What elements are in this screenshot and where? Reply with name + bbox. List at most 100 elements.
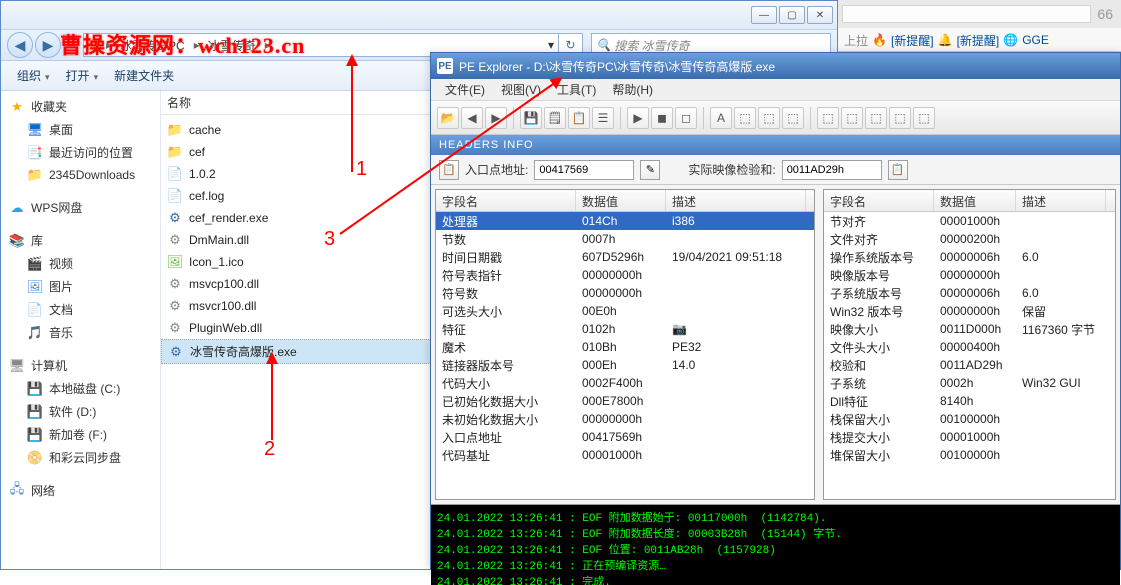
sidebar-item-pictures[interactable]: 🖼图片 — [7, 275, 154, 298]
browser-link-2[interactable]: [新提醒] — [957, 32, 1000, 49]
cell-desc — [1016, 454, 1106, 456]
cell-desc — [1016, 400, 1106, 402]
sidebar-wps[interactable]: ☁WPS网盘 — [7, 196, 154, 219]
table-row[interactable]: 节数0007h — [436, 230, 814, 248]
pe-tb-i-icon[interactable]: ⬚ — [913, 107, 935, 129]
sidebar-network[interactable]: 🖧网络 — [7, 479, 154, 502]
pe-tb-x1-icon[interactable]: ◼ — [651, 107, 673, 129]
file-name: DmMain.dll — [189, 233, 249, 247]
pe-th-value[interactable]: 数据值 — [934, 190, 1016, 211]
globe-icon: 🌐 — [1003, 33, 1018, 47]
table-row[interactable]: 符号数00000000h — [436, 284, 814, 302]
pe-copy-checksum-icon[interactable]: 📋 — [888, 160, 908, 180]
forward-button[interactable]: ▶ — [35, 32, 61, 58]
pe-tb-copy-icon[interactable]: 📋 — [568, 107, 590, 129]
sidebar-computer[interactable]: 🖥计算机 — [7, 354, 154, 377]
pe-tb-save-icon[interactable]: 💾 — [520, 107, 542, 129]
browser-link-1[interactable]: [新提醒] — [891, 32, 934, 49]
table-row[interactable]: Dll特征8140h — [824, 392, 1115, 410]
pe-th-desc[interactable]: 描述 — [1016, 190, 1106, 211]
table-row[interactable]: 已初始化数据大小000E7800h — [436, 392, 814, 410]
pe-menu-help[interactable]: 帮助(H) — [604, 81, 661, 98]
close-button[interactable]: ✕ — [807, 6, 833, 24]
table-row[interactable]: 映像大小0011D000h1167360 字节 — [824, 320, 1115, 338]
table-row[interactable]: 可选头大小00E0h — [436, 302, 814, 320]
pe-tb-x2-icon[interactable]: ◻ — [675, 107, 697, 129]
table-row[interactable]: 子系统0002hWin32 GUI — [824, 374, 1115, 392]
pe-menu-file[interactable]: 文件(E) — [437, 81, 493, 98]
pe-tb-b-icon[interactable]: ⬚ — [734, 107, 756, 129]
table-row[interactable]: 处理器014Chi386 — [436, 212, 814, 230]
pe-tb-f-icon[interactable]: ⬚ — [841, 107, 863, 129]
sidebar-item-drive-f[interactable]: 💾新加卷 (F:) — [7, 423, 154, 446]
sidebar-libraries[interactable]: 📚库 — [7, 229, 154, 252]
pe-edit-icon[interactable]: ✎ — [640, 160, 660, 180]
table-row[interactable]: 节对齐00001000h — [824, 212, 1115, 230]
pe-entry-label: 入口点地址: — [465, 161, 528, 178]
txt-icon: 📄 — [167, 166, 183, 182]
table-row[interactable]: 文件头大小00000400h — [824, 338, 1115, 356]
open-menu[interactable]: 打开 — [58, 67, 107, 84]
table-row[interactable]: 链接器版本号000Eh14.0 — [436, 356, 814, 374]
back-button[interactable]: ◀ — [7, 32, 33, 58]
maximize-button[interactable]: ▢ — [779, 6, 805, 24]
pe-tb-open-icon[interactable]: 📂 — [437, 107, 459, 129]
new-folder-button[interactable]: 新建文件夹 — [106, 67, 182, 84]
pe-copy-entry-icon[interactable]: 📋 — [439, 160, 459, 180]
table-row[interactable]: 未初始化数据大小00000000h — [436, 410, 814, 428]
table-row[interactable]: 符号表指针00000000h — [436, 266, 814, 284]
pe-th-value[interactable]: 数据值 — [576, 190, 666, 211]
pe-entry-value[interactable]: 00417569 — [534, 160, 634, 180]
cell-field: 代码基址 — [436, 446, 576, 465]
browser-tab[interactable] — [842, 5, 1091, 23]
cell-field: 操作系统版本号 — [824, 248, 934, 267]
sidebar-item-documents[interactable]: 📄文档 — [7, 298, 154, 321]
pe-th-field[interactable]: 字段名 — [824, 190, 934, 211]
table-row[interactable]: 子系统版本号00000006h6.0 — [824, 284, 1115, 302]
organize-menu[interactable]: 组织 — [9, 67, 58, 84]
sidebar-item-drive-c[interactable]: 💾本地磁盘 (C:) — [7, 377, 154, 400]
exe-icon: ⚙ — [168, 344, 184, 360]
pe-tb-run-icon[interactable]: ▶ — [627, 107, 649, 129]
sidebar-item-desktop[interactable]: 🖥桌面 — [7, 118, 154, 141]
table-row[interactable]: 校验和0011AD29h — [824, 356, 1115, 374]
sidebar-item-drive-d[interactable]: 💾软件 (D:) — [7, 400, 154, 423]
table-row[interactable]: 特征0102h📷 — [436, 320, 814, 338]
sidebar-item-recent[interactable]: 📑最近访问的位置 — [7, 141, 154, 164]
pe-tb-a-icon[interactable]: A — [710, 107, 732, 129]
table-row[interactable]: Win32 版本号00000000h保留 — [824, 302, 1115, 320]
sidebar-item-downloads[interactable]: 📁2345Downloads — [7, 164, 154, 186]
sidebar-item-sync[interactable]: 📀和彩云同步盘 — [7, 446, 154, 469]
address-dropdown-icon[interactable]: ▾ — [548, 38, 554, 52]
pe-tb-print-icon[interactable]: 🗒 — [544, 107, 566, 129]
pe-tb-back-icon[interactable]: ◀ — [461, 107, 483, 129]
table-row[interactable]: 栈保留大小00100000h — [824, 410, 1115, 428]
pe-th-field[interactable]: 字段名 — [436, 190, 576, 211]
table-row[interactable]: 文件对齐00000200h — [824, 230, 1115, 248]
sidebar-favorites[interactable]: ★收藏夹 — [7, 95, 154, 118]
pe-th-desc[interactable]: 描述 — [666, 190, 806, 211]
pe-tb-list-icon[interactable]: ☰ — [592, 107, 614, 129]
browser-link-3[interactable]: GGE — [1022, 33, 1049, 47]
pe-tb-d-icon[interactable]: ⬚ — [782, 107, 804, 129]
pe-tb-fwd-icon[interactable]: ▶ — [485, 107, 507, 129]
pe-tb-e-icon[interactable]: ⬚ — [817, 107, 839, 129]
table-row[interactable]: 代码大小0002F400h — [436, 374, 814, 392]
table-row[interactable]: 映像版本号00000000h — [824, 266, 1115, 284]
table-row[interactable]: 操作系统版本号00000006h6.0 — [824, 248, 1115, 266]
pe-checksum-value[interactable]: 0011AD29h — [782, 160, 882, 180]
pe-menu-view[interactable]: 视图(V) — [493, 81, 549, 98]
table-row[interactable]: 栈提交大小00001000h — [824, 428, 1115, 446]
pe-tb-c-icon[interactable]: ⬚ — [758, 107, 780, 129]
table-row[interactable]: 堆保留大小00100000h — [824, 446, 1115, 464]
pe-menu-tools[interactable]: 工具(T) — [549, 81, 604, 98]
table-row[interactable]: 时间日期戳607D5296h19/04/2021 09:51:18 — [436, 248, 814, 266]
sidebar-item-music[interactable]: 🎵音乐 — [7, 321, 154, 344]
pe-tb-g-icon[interactable]: ⬚ — [865, 107, 887, 129]
minimize-button[interactable]: — — [751, 6, 777, 24]
table-row[interactable]: 魔术010BhPE32 — [436, 338, 814, 356]
sidebar-item-videos[interactable]: 🎬视频 — [7, 252, 154, 275]
table-row[interactable]: 入口点地址00417569h — [436, 428, 814, 446]
table-row[interactable]: 代码基址00001000h — [436, 446, 814, 464]
pe-tb-h-icon[interactable]: ⬚ — [889, 107, 911, 129]
